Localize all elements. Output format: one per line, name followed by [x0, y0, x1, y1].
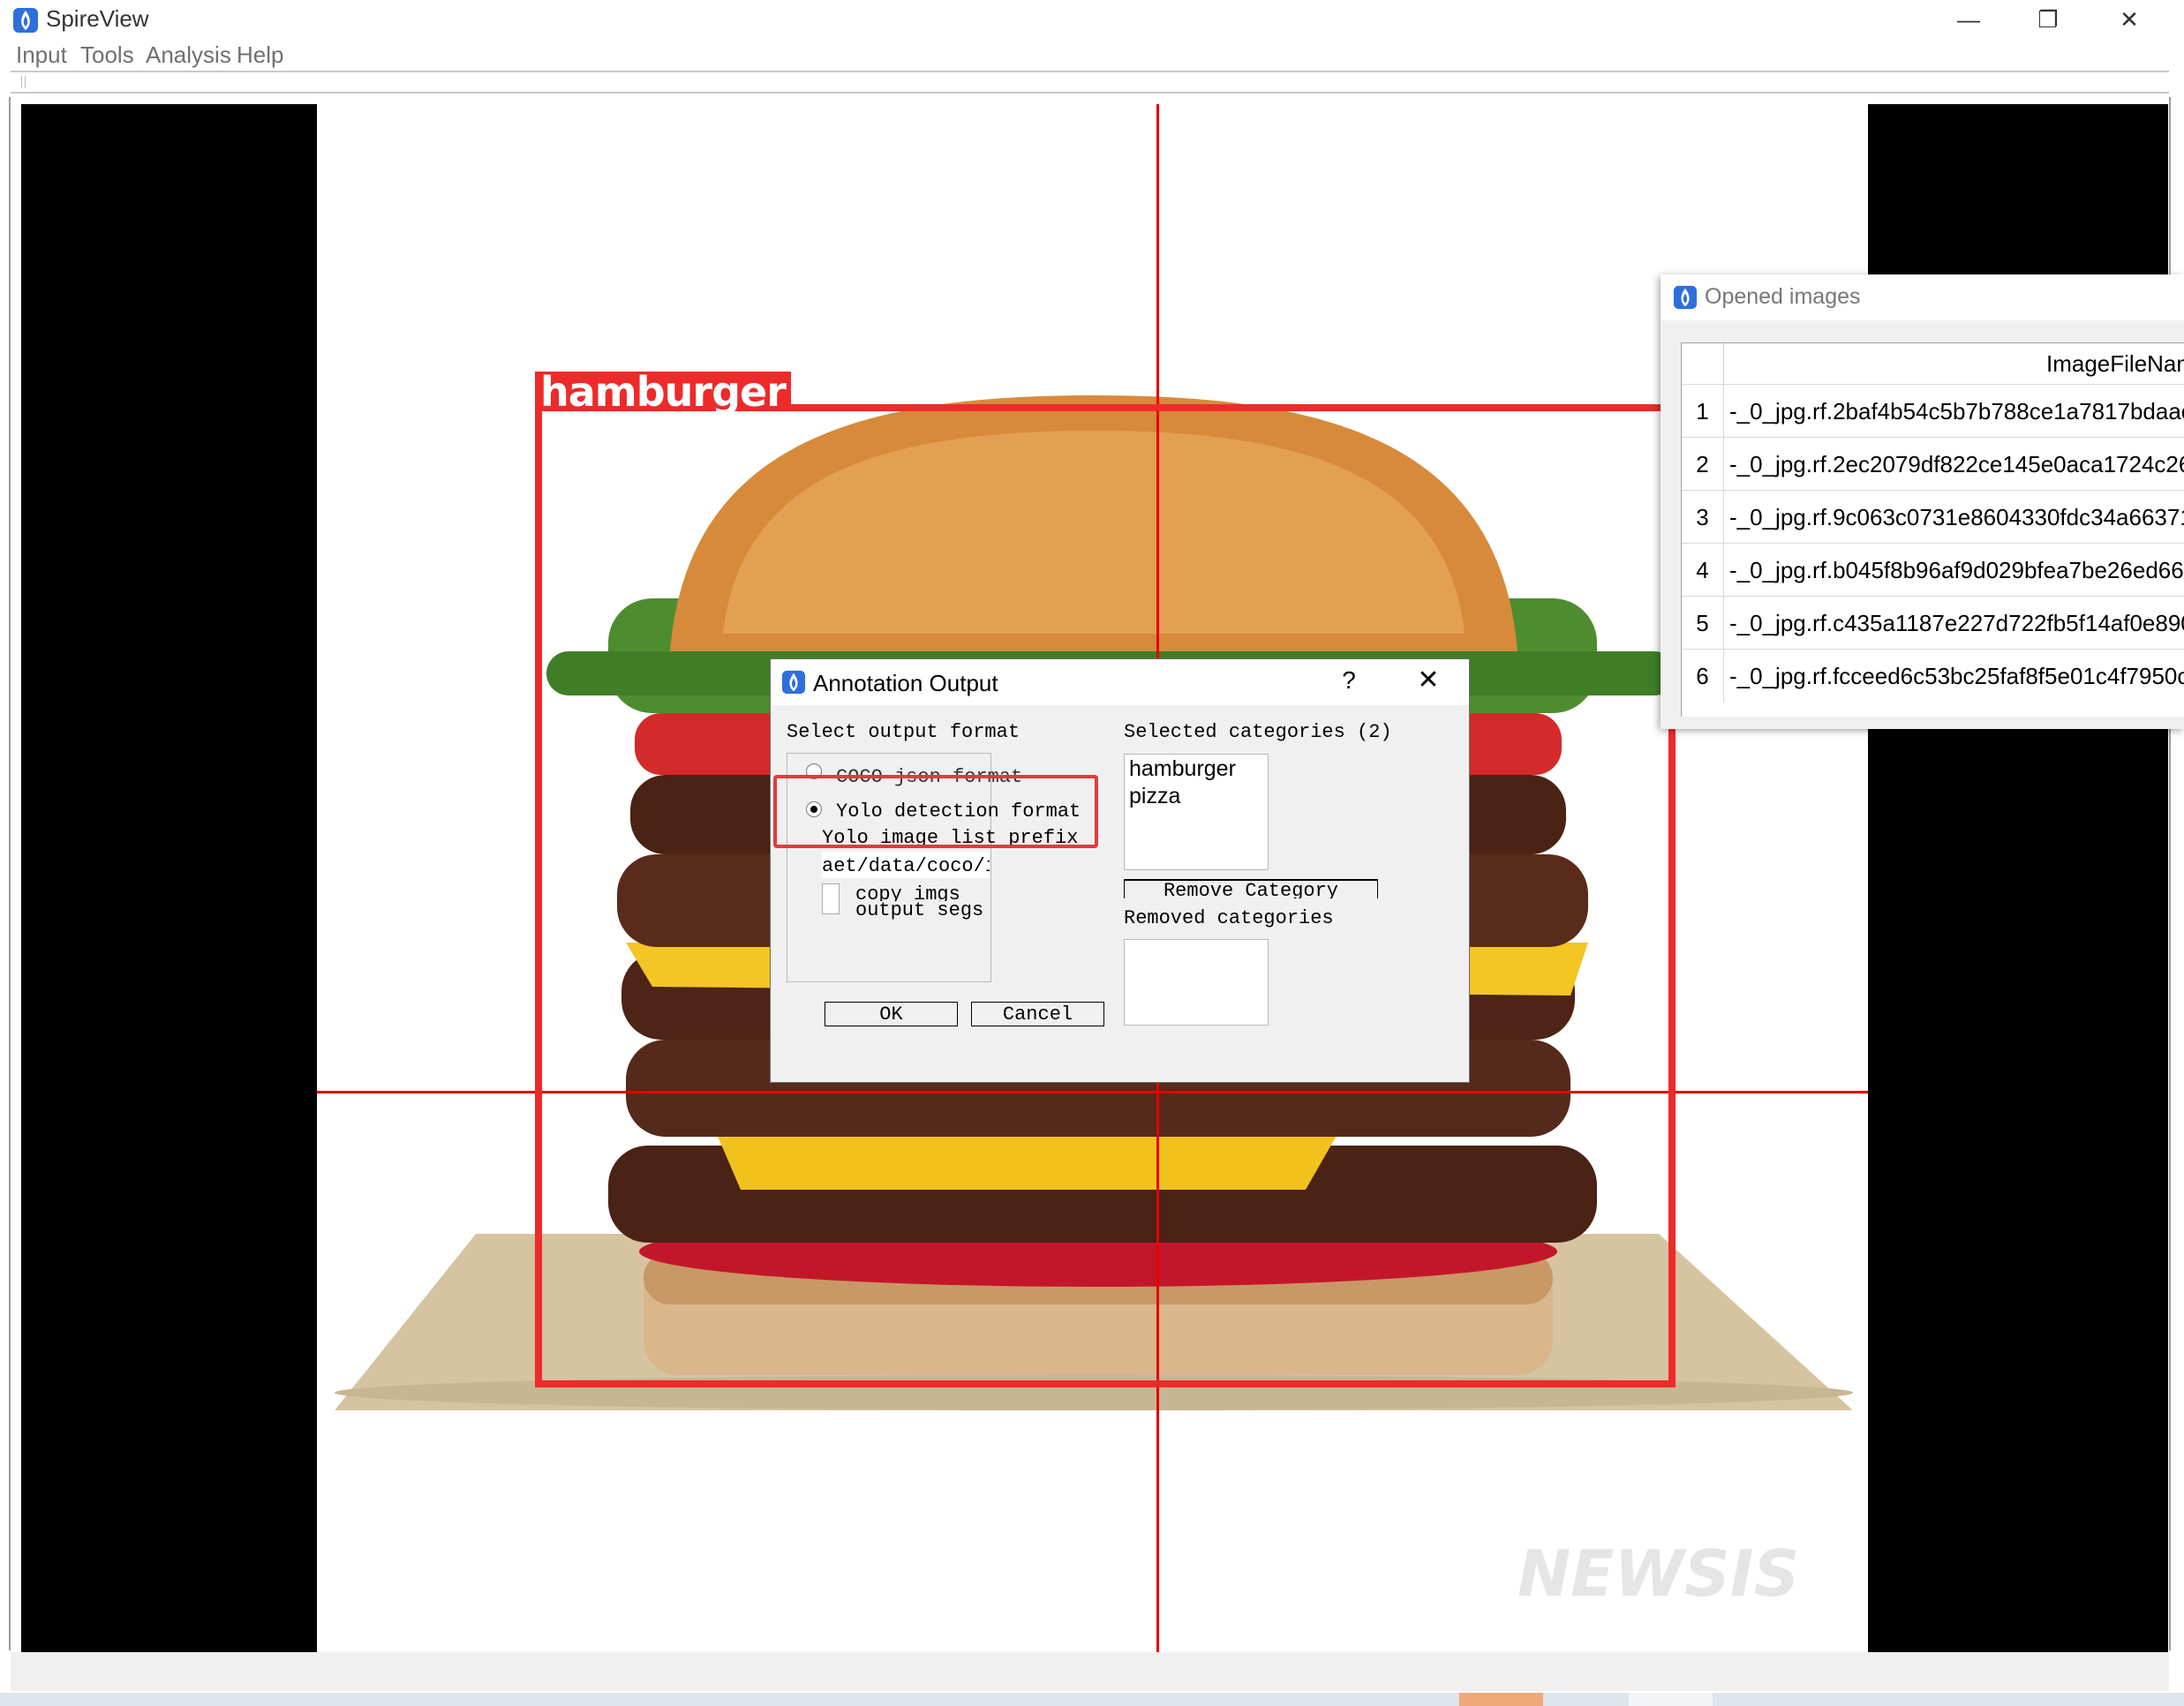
- status-bar: [11, 1652, 2169, 1691]
- list-item[interactable]: hamburger: [1129, 756, 1236, 782]
- row-filename[interactable]: -_0_jpg.rf.fcceed6c53bc25faf8f5e01c4f795…: [1723, 650, 2184, 703]
- opened-images-title: Opened images: [1705, 284, 1861, 309]
- column-header-filename[interactable]: ImageFileName: [1724, 343, 2184, 384]
- taskbar-strip: [0, 1693, 2184, 1706]
- row-filename[interactable]: -_0_jpg.rf.2ec2079df822ce145e0aca1724c26: [1723, 438, 2184, 491]
- annotation-output-dialog: Annotation Output ? ✕ Select output form…: [770, 658, 1470, 1083]
- row-filename[interactable]: -_0_jpg.rf.2baf4b54c5b7b788ce1a7817bdaac: [1723, 385, 2184, 438]
- watermark-text: NEWSIS: [1518, 1537, 1799, 1611]
- minimize-button[interactable]: —: [1929, 0, 2008, 40]
- toolbar-separator: [11, 92, 2169, 94]
- output-format-label: Select output format: [787, 721, 1020, 743]
- restore-button[interactable]: ❐: [2008, 0, 2088, 40]
- output-segs-label[interactable]: output segs: [855, 899, 983, 921]
- row-number: 6: [1682, 650, 1723, 703]
- annotation-highlight-box: [773, 775, 1098, 848]
- table-row[interactable]: 5 -_0_jpg.rf.c435a1187e227d722fb5f14af0e…: [1682, 596, 2184, 650]
- row-number: 3: [1682, 491, 1723, 544]
- menu-help[interactable]: Help: [237, 41, 283, 69]
- list-item[interactable]: pizza: [1129, 784, 1180, 809]
- toolbar-grip-handle[interactable]: [21, 76, 26, 88]
- window-left-border: [9, 97, 11, 1650]
- help-button[interactable]: ?: [1336, 666, 1362, 695]
- app-logo-icon: [781, 670, 806, 695]
- close-button[interactable]: ✕: [2090, 0, 2169, 40]
- row-filename[interactable]: -_0_jpg.rf.b045f8b96af9d029bfea7be26ed66: [1723, 544, 2184, 597]
- row-filename[interactable]: -_0_jpg.rf.c435a1187e227d722fb5f14af0e89…: [1723, 597, 2184, 650]
- selected-categories-list[interactable]: hamburger pizza: [1124, 754, 1269, 870]
- opened-images-table[interactable]: ImageFileName 1 -_0_jpg.rf.2baf4b54c5b7b…: [1681, 342, 2184, 717]
- row-number: 2: [1682, 438, 1723, 491]
- yolo-prefix-value: aet/data/coco/images/train: [822, 855, 990, 877]
- app-logo-icon: [13, 8, 38, 33]
- app-logo-icon: [1673, 285, 1698, 310]
- cancel-button[interactable]: Cancel: [971, 1002, 1104, 1026]
- copy-imgs-checkbox[interactable]: [822, 883, 840, 901]
- copy-imgs-label[interactable]: copy imgs: [855, 883, 960, 901]
- menu-input[interactable]: Input: [16, 41, 67, 69]
- table-row[interactable]: 4 -_0_jpg.rf.b045f8b96af9d029bfea7be26ed…: [1682, 543, 2184, 597]
- menu-analysis[interactable]: Analysis: [146, 41, 231, 69]
- yolo-prefix-input[interactable]: aet/data/coco/images/train: [822, 852, 990, 878]
- remove-category-button[interactable]: Remove Category: [1124, 879, 1378, 898]
- row-number: 4: [1682, 544, 1723, 597]
- table-row[interactable]: 2 -_0_jpg.rf.2ec2079df822ce145e0aca1724c…: [1682, 437, 2184, 491]
- app-title: SpireView: [46, 5, 149, 32]
- dialog-close-button[interactable]: ✕: [1411, 665, 1446, 695]
- menu-separator: [11, 71, 2169, 72]
- table-row[interactable]: 6 -_0_jpg.rf.fcceed6c53bc25faf8f5e01c4f7…: [1682, 649, 2184, 703]
- title-bar: [0, 0, 2184, 40]
- row-filename[interactable]: -_0_jpg.rf.9c063c0731e8604330fdc34a66371: [1723, 491, 2184, 544]
- selected-categories-label: Selected categories (2): [1124, 721, 1392, 743]
- row-number: 5: [1682, 597, 1723, 650]
- ok-button[interactable]: OK: [825, 1002, 958, 1026]
- dialog-title: Annotation Output: [813, 670, 998, 696]
- menu-tools[interactable]: Tools: [80, 41, 134, 69]
- bounding-box-label: hamburger: [535, 372, 791, 412]
- menu-bar: [0, 40, 2184, 71]
- removed-categories-label: Removed categories: [1124, 907, 1334, 929]
- taskbar-item-active[interactable]: [1459, 1693, 1543, 1706]
- output-segs-checkbox[interactable]: [822, 899, 840, 914]
- removed-categories-list[interactable]: [1124, 939, 1269, 1026]
- table-row[interactable]: 1 -_0_jpg.rf.2baf4b54c5b7b788ce1a7817bda…: [1682, 384, 2184, 438]
- taskbar-item[interactable]: [1629, 1693, 1713, 1706]
- table-header[interactable]: ImageFileName: [1723, 343, 2184, 385]
- table-row[interactable]: 3 -_0_jpg.rf.9c063c0731e8604330fdc34a663…: [1682, 490, 2184, 544]
- row-number: 1: [1682, 385, 1723, 438]
- opened-images-panel: Opened images ImageFileName 1 -_0_jpg.rf…: [1661, 274, 2184, 729]
